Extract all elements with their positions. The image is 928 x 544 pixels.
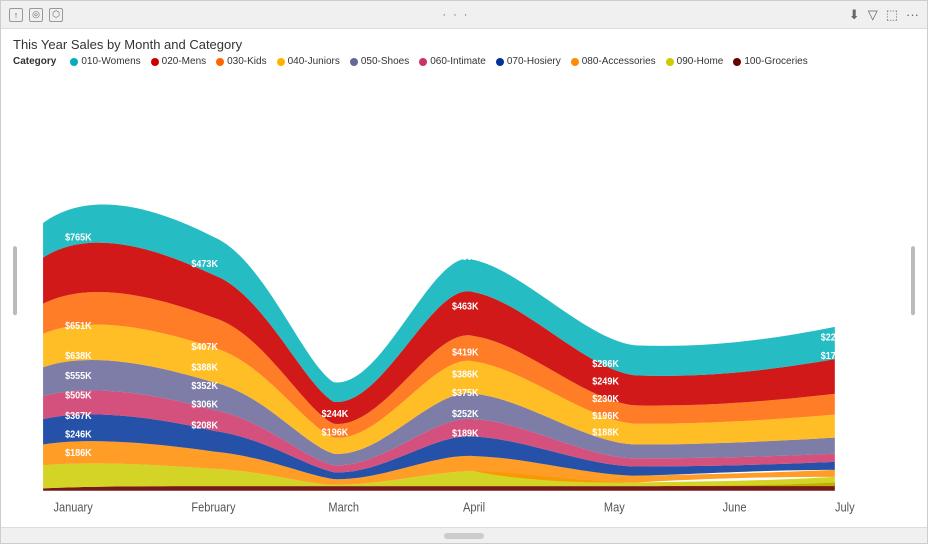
download-icon[interactable]: ⬇ [849, 7, 860, 23]
legend-dot-060 [419, 58, 427, 66]
label-jan-1: $765K [65, 232, 92, 244]
scrollbar-left[interactable] [13, 246, 17, 315]
label-apr-6: $252K [452, 408, 479, 420]
label-feb-2: $407K [191, 341, 218, 353]
label-apr-7: $189K [452, 428, 479, 440]
legend-item-080: 080-Accessories [571, 56, 656, 67]
titlebar: ↑ ◎ ⬡ · · · ⬇ ▽ ⬚ ··· [1, 1, 927, 29]
label-jul-1: $228K [821, 332, 848, 344]
legend-dot-030 [216, 58, 224, 66]
label-jan-3: $638K [65, 351, 92, 363]
icon-circle[interactable]: ◎ [29, 8, 43, 22]
legend-category-label: Category [13, 56, 56, 67]
label-may-5: $188K [592, 427, 619, 439]
legend-label-060: 060-Intimate [430, 56, 486, 67]
legend-dot-050 [350, 58, 358, 66]
legend-dot-090 [666, 58, 674, 66]
scrollbar-right[interactable] [911, 246, 915, 315]
label-jan-7: $246K [65, 429, 92, 441]
legend-dot-080 [571, 58, 579, 66]
legend-item-010: 010-Womens [70, 56, 140, 67]
legend-dot-040 [277, 58, 285, 66]
legend-item-060: 060-Intimate [419, 56, 486, 67]
label-may-2: $249K [592, 376, 619, 388]
legend-label-040: 040-Juniors [288, 56, 340, 67]
legend-dot-070 [496, 58, 504, 66]
label-apr-3: $419K [452, 347, 479, 359]
label-may-1: $286K [592, 359, 619, 371]
legend-item-030: 030-Kids [216, 56, 266, 67]
legend-item-090: 090-Home [666, 56, 724, 67]
label-apr-5: $375K [452, 388, 479, 400]
x-label-april: April [463, 500, 485, 515]
legend-label-080: 080-Accessories [582, 56, 656, 67]
label-jan-8: $186K [65, 448, 92, 460]
legend-item-020: 020-Mens [151, 56, 206, 67]
legend-label-100: 100-Groceries [744, 56, 807, 67]
label-jan-5: $505K [65, 390, 92, 402]
expand-icon[interactable]: ⬚ [886, 7, 898, 23]
stream-svg: January February March April May June Ju… [13, 73, 915, 523]
legend-label-020: 020-Mens [162, 56, 206, 67]
label-feb-3: $388K [191, 362, 218, 374]
titlebar-center: · · · [442, 9, 469, 21]
legend-item-100: 100-Groceries [733, 56, 807, 67]
label-apr-4: $386K [452, 369, 479, 381]
legend-label-010: 010-Womens [81, 56, 140, 67]
x-label-june: June [723, 500, 747, 515]
legend-dot-100 [733, 58, 741, 66]
legend-item-040: 040-Juniors [277, 56, 340, 67]
legend-label-030: 030-Kids [227, 56, 266, 67]
legend-item-070: 070-Hosiery [496, 56, 561, 67]
chart-area: This Year Sales by Month and Category Ca… [1, 29, 927, 527]
x-label-january: January [54, 500, 93, 515]
filter-icon[interactable]: ▽ [868, 7, 878, 23]
label-jan-4: $555K [65, 370, 92, 382]
label-jan-6: $367K [65, 411, 92, 423]
label-feb-5: $306K [191, 399, 218, 411]
label-jan-2: $651K [65, 321, 92, 333]
label-mar-1: $244K [322, 408, 349, 420]
legend: Category 010-Womens 020-Mens 030-Kids 04… [13, 56, 915, 67]
label-feb-4: $352K [191, 381, 218, 393]
label-apr-1: $560K [452, 251, 479, 263]
titlebar-right: ⬇ ▽ ⬚ ··· [849, 7, 919, 23]
x-label-july: July [835, 500, 855, 515]
legend-label-050: 050-Shoes [361, 56, 409, 67]
label-feb-1: $473K [191, 258, 218, 270]
legend-dot-010 [70, 58, 78, 66]
scroll-thumb[interactable] [444, 533, 484, 539]
label-jul-2: $174K [821, 351, 848, 363]
x-label-may: May [604, 500, 625, 515]
label-mar-2: $196K [322, 427, 349, 439]
titlebar-left: ↑ ◎ ⬡ [9, 8, 63, 22]
legend-item-050: 050-Shoes [350, 56, 409, 67]
x-label-february: February [191, 500, 235, 515]
legend-dot-020 [151, 58, 159, 66]
more-icon[interactable]: ··· [906, 7, 919, 22]
stream-chart: January February March April May June Ju… [13, 73, 915, 523]
main-window: ↑ ◎ ⬡ · · · ⬇ ▽ ⬚ ··· This Year Sales by… [0, 0, 928, 544]
label-may-3: $230K [592, 393, 619, 405]
label-may-4: $196K [592, 411, 619, 423]
chart-title: This Year Sales by Month and Category [13, 37, 915, 52]
label-apr-2: $463K [452, 301, 479, 313]
x-label-march: March [328, 500, 359, 515]
icon-hex[interactable]: ⬡ [49, 8, 63, 22]
icon-up[interactable]: ↑ [9, 8, 23, 22]
bottom-scrollbar[interactable] [1, 527, 927, 543]
legend-label-090: 090-Home [677, 56, 724, 67]
label-feb-6: $208K [191, 420, 218, 432]
legend-label-070: 070-Hosiery [507, 56, 561, 67]
